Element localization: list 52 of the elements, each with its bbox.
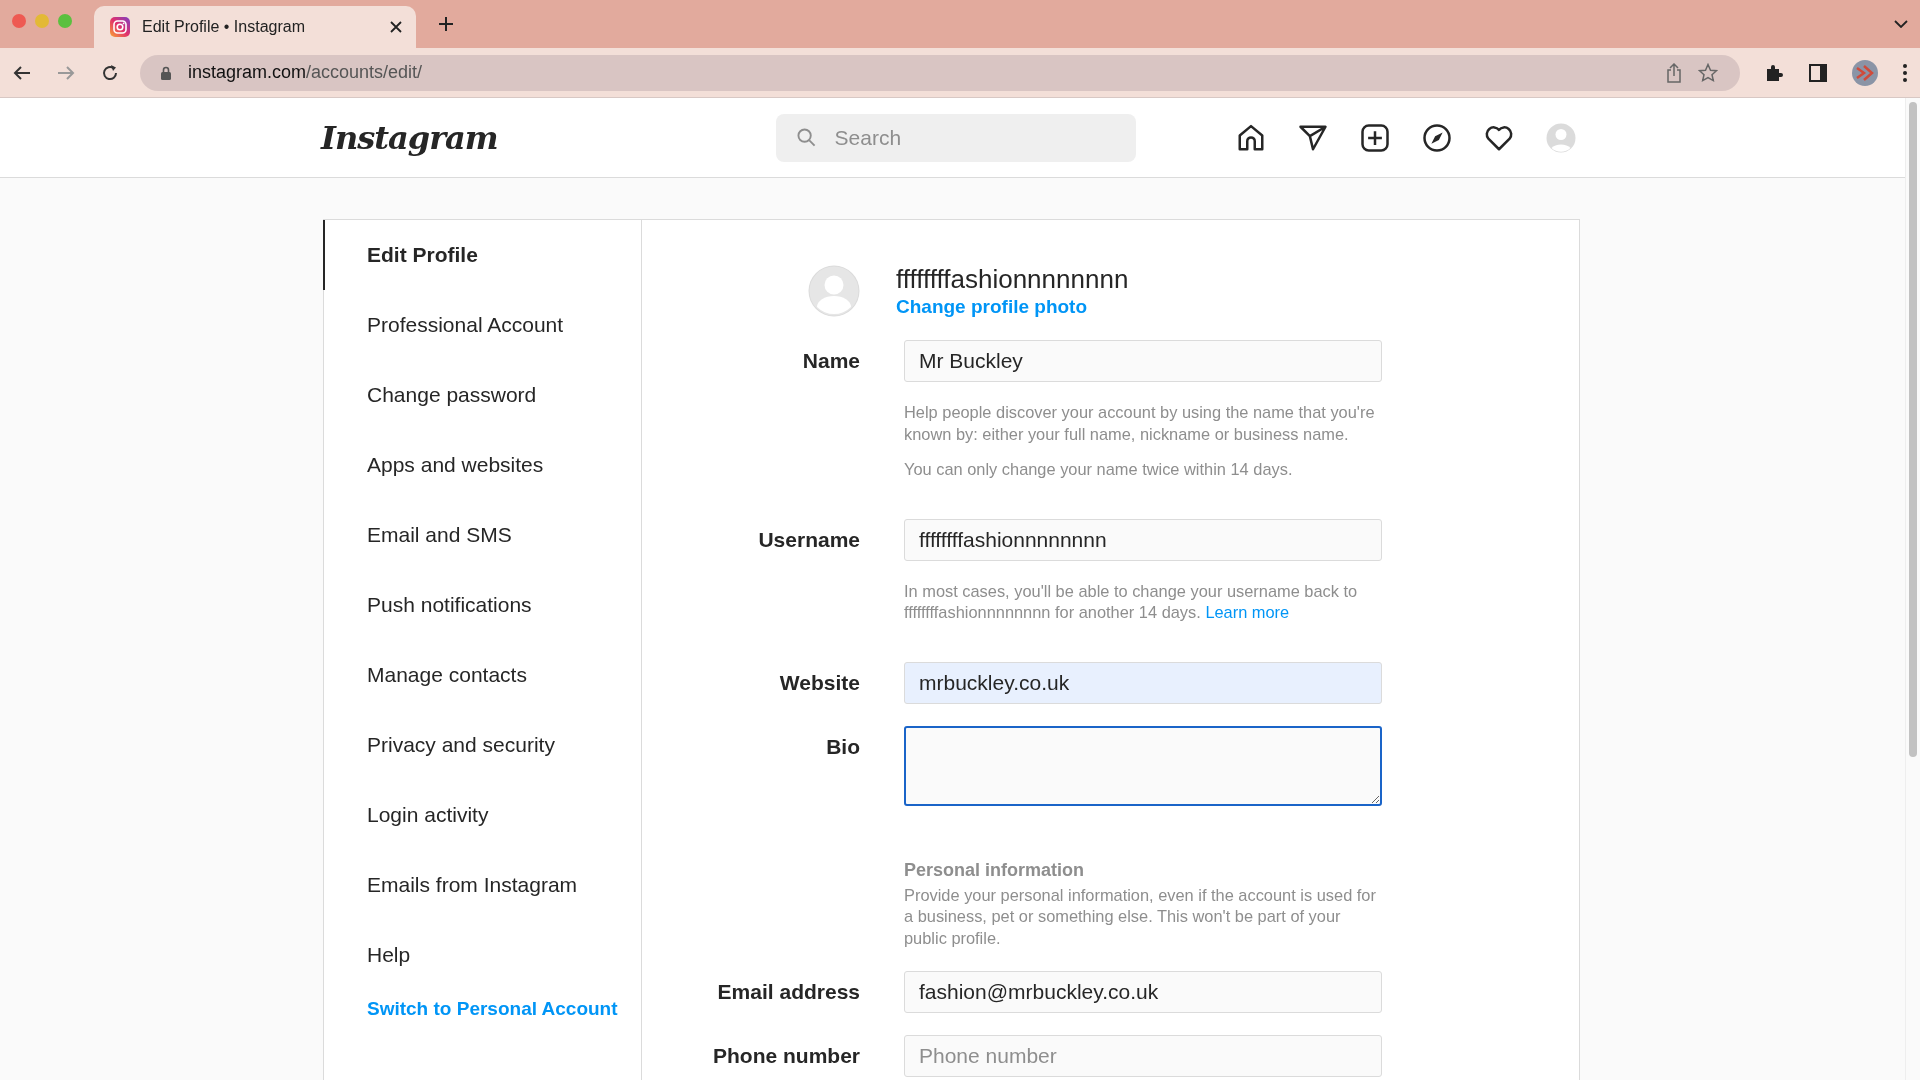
profile-avatar-icon[interactable] xyxy=(1852,59,1878,86)
field-label: Username xyxy=(758,526,860,553)
field-label: Email address xyxy=(717,979,860,1005)
help-text: In most cases, you'll be able to change your username back to ffffffffashionnnnnnnn for another 14 days. Learn more xyxy=(904,580,1359,623)
puzzle-piece-icon[interactable] xyxy=(1764,62,1784,83)
bio-field[interactable] xyxy=(904,725,1382,806)
input-field[interactable]: mrbuckley.co.uk xyxy=(904,661,1382,704)
sidebar-item[interactable]: Help xyxy=(323,920,641,990)
tab-title: Edit Profile • Instagram xyxy=(142,18,306,36)
field-label: Phone number xyxy=(713,1043,860,1069)
chevron-down-icon[interactable] xyxy=(1894,20,1908,28)
help-text: Provide your personal information, even if the account is used for a business, pet or something else. This won't be part of your public profile. xyxy=(904,884,1377,949)
close-tab-icon[interactable] xyxy=(390,21,402,33)
reload-icon[interactable] xyxy=(100,62,120,83)
star-icon[interactable] xyxy=(1698,62,1718,83)
side-panel-icon[interactable] xyxy=(1808,62,1828,83)
field-label: Name xyxy=(802,348,860,374)
sidebar-item[interactable]: Privacy and security xyxy=(323,710,641,780)
sidebar-item[interactable]: Manage contacts xyxy=(323,640,641,710)
scrollbar[interactable] xyxy=(1905,98,1920,1080)
sidebar-item[interactable]: Apps and websites xyxy=(323,430,641,500)
section-heading: Personal information xyxy=(904,859,1086,881)
sidebar-item[interactable]: Edit Profile xyxy=(323,220,641,290)
sidebar-item[interactable]: Login activity xyxy=(323,780,641,850)
address-bar[interactable]: instagram.com/accounts/edit/ xyxy=(140,54,1740,91)
input-field[interactable]: fashion@mrbuckley.co.uk xyxy=(904,971,1382,1013)
browser-tab[interactable]: Edit Profile • Instagram xyxy=(94,6,416,48)
help-text: You can only change your name twice within 14 days. xyxy=(904,459,1294,480)
compass-icon[interactable] xyxy=(1422,122,1452,153)
menu-dots-icon[interactable] xyxy=(1902,62,1908,83)
home-icon[interactable] xyxy=(1236,122,1266,153)
camera-logo-icon xyxy=(110,17,130,37)
share-icon[interactable] xyxy=(1666,62,1682,83)
new-tab-icon[interactable] xyxy=(438,16,454,32)
input-field[interactable]: ffffffffashionnnnnnnn xyxy=(904,518,1382,561)
help-text: Help people discover your account by using the name that you're known by: either your full name, nickname or business name. xyxy=(904,402,1376,445)
sidebar-item[interactable]: Change password xyxy=(323,360,641,430)
sidebar-item[interactable]: Push notifications xyxy=(323,570,641,640)
sidebar-item[interactable]: Professional Account xyxy=(323,290,641,360)
profile-username: ffffffffashionnnnnnnn xyxy=(896,264,1130,294)
search-icon xyxy=(796,127,816,147)
search-field[interactable]: Search xyxy=(775,113,1136,162)
sidebar-item[interactable]: Email and SMS xyxy=(323,500,641,570)
field-label: Website xyxy=(779,669,860,696)
input-field[interactable]: Phone number xyxy=(904,1035,1382,1077)
plus-square-icon[interactable] xyxy=(1360,122,1390,153)
url-text: instagram.com/accounts/edit/ xyxy=(188,62,423,83)
input-field[interactable]: Mr Buckley xyxy=(904,340,1382,382)
instagram-logo[interactable]: Instagram xyxy=(321,118,498,157)
sidebar-item[interactable]: Emails from Instagram xyxy=(323,850,641,920)
lock-icon xyxy=(160,65,172,80)
field-label: Bio xyxy=(826,733,860,760)
